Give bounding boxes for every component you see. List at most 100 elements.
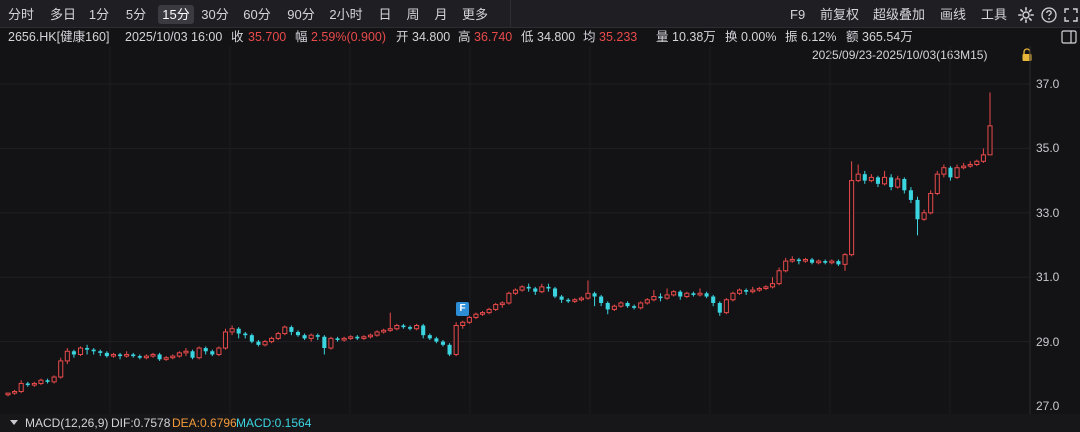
candle: [499, 301, 505, 308]
y-tick-label: 37.0: [1036, 77, 1060, 91]
change-value: 2.59%(0.900): [311, 30, 387, 44]
candle: [644, 298, 650, 305]
candle: [671, 290, 677, 297]
candle: [91, 348, 96, 355]
candle: [737, 288, 743, 295]
overlay-button[interactable]: 超级叠加: [873, 5, 925, 24]
timeframe-tab[interactable]: 2小时: [326, 5, 366, 24]
fullscreen-icon[interactable]: [1062, 6, 1080, 24]
candle: [934, 170, 940, 196]
candle: [836, 259, 841, 266]
candle: [110, 352, 116, 358]
avg-value: 35.233: [599, 30, 638, 44]
candle: [691, 291, 696, 297]
candle: [473, 312, 479, 320]
candle: [328, 336, 334, 350]
dropdown-arrow-icon[interactable]: [10, 420, 18, 425]
candle: [875, 175, 881, 188]
macd-name[interactable]: MACD(12,26,9): [25, 414, 108, 432]
candle: [658, 293, 663, 302]
avg-label: 均: [583, 30, 596, 44]
candle: [723, 298, 729, 315]
candle: [566, 298, 571, 303]
candle: [5, 392, 11, 397]
candle: [611, 304, 617, 312]
candle: [216, 346, 222, 357]
candle: [440, 339, 446, 347]
panel-toggle-icon[interactable]: [1061, 30, 1077, 44]
amount-value: 365.54万: [862, 30, 913, 44]
candle: [697, 288, 703, 297]
candle: [750, 286, 756, 294]
candle: [823, 259, 828, 265]
candle: [796, 257, 801, 265]
event-marker[interactable]: F: [456, 302, 469, 316]
candle: [289, 325, 294, 336]
candle: [367, 333, 374, 339]
timeframe-tab[interactable]: 60分: [240, 5, 274, 24]
timeframe-tab[interactable]: 90分: [284, 5, 318, 24]
candle: [12, 389, 18, 395]
candle: [374, 330, 380, 337]
help-icon[interactable]: [1040, 6, 1058, 24]
macd-dea: DEA:0.6796: [172, 416, 237, 430]
candle: [381, 328, 387, 334]
candle: [262, 339, 268, 347]
turnover-label: 换: [725, 30, 738, 44]
candle: [394, 323, 400, 331]
candle: [842, 253, 848, 271]
timeframe-tab[interactable]: 更多: [458, 5, 492, 24]
candle: [71, 349, 76, 358]
timeframe-tab[interactable]: 30分: [198, 5, 232, 24]
candle: [256, 339, 261, 347]
timeframe-tab[interactable]: 日: [374, 5, 396, 24]
candle: [987, 92, 993, 156]
candle: [533, 286, 538, 295]
candle: [599, 294, 604, 307]
timeframe-tab[interactable]: 周: [402, 5, 424, 24]
timeframe-tab[interactable]: 15分: [158, 5, 194, 24]
draw-line-button[interactable]: 画线: [940, 5, 966, 24]
candle: [183, 348, 189, 357]
candle: [137, 354, 142, 360]
candle: [578, 296, 584, 302]
candle: [295, 330, 301, 337]
candle: [479, 311, 486, 316]
timeframe-tab[interactable]: 多日: [46, 5, 80, 24]
candle: [776, 267, 782, 286]
candle: [466, 315, 472, 324]
candle: [546, 283, 551, 292]
candle: [98, 349, 103, 357]
timeframe-tab[interactable]: 1分: [86, 5, 112, 24]
low-label: 低: [521, 30, 534, 44]
change-label: 幅: [295, 30, 308, 44]
y-tick-label: 27.0: [1036, 399, 1060, 413]
candle: [948, 166, 953, 181]
candle: [31, 381, 37, 387]
candle: [157, 352, 162, 361]
candle: [421, 323, 426, 339]
candle: [85, 344, 90, 355]
candle: [512, 288, 519, 295]
candle: [559, 294, 564, 303]
candle: [519, 285, 525, 292]
settings-icon[interactable]: [1017, 6, 1035, 24]
toolbar-divider: [510, 0, 511, 28]
adjust-button[interactable]: 前复权: [820, 5, 859, 24]
candlestick-chart[interactable]: [0, 46, 1080, 414]
candle: [322, 335, 327, 355]
macd-dif: DIF:0.7578: [111, 416, 171, 430]
candle: [335, 336, 340, 342]
timeframe-tab[interactable]: 月: [430, 5, 452, 24]
timeframe-tab[interactable]: 5分: [122, 5, 150, 24]
timeframe-tab[interactable]: 分时: [4, 5, 38, 24]
candle: [908, 187, 913, 204]
candle: [348, 335, 354, 340]
candle: [38, 378, 44, 386]
tools-button[interactable]: 工具: [981, 5, 1007, 24]
candle: [974, 159, 980, 167]
candle: [711, 294, 716, 307]
candle: [816, 259, 822, 265]
candle: [678, 290, 683, 300]
f9-button[interactable]: F9: [790, 5, 805, 24]
